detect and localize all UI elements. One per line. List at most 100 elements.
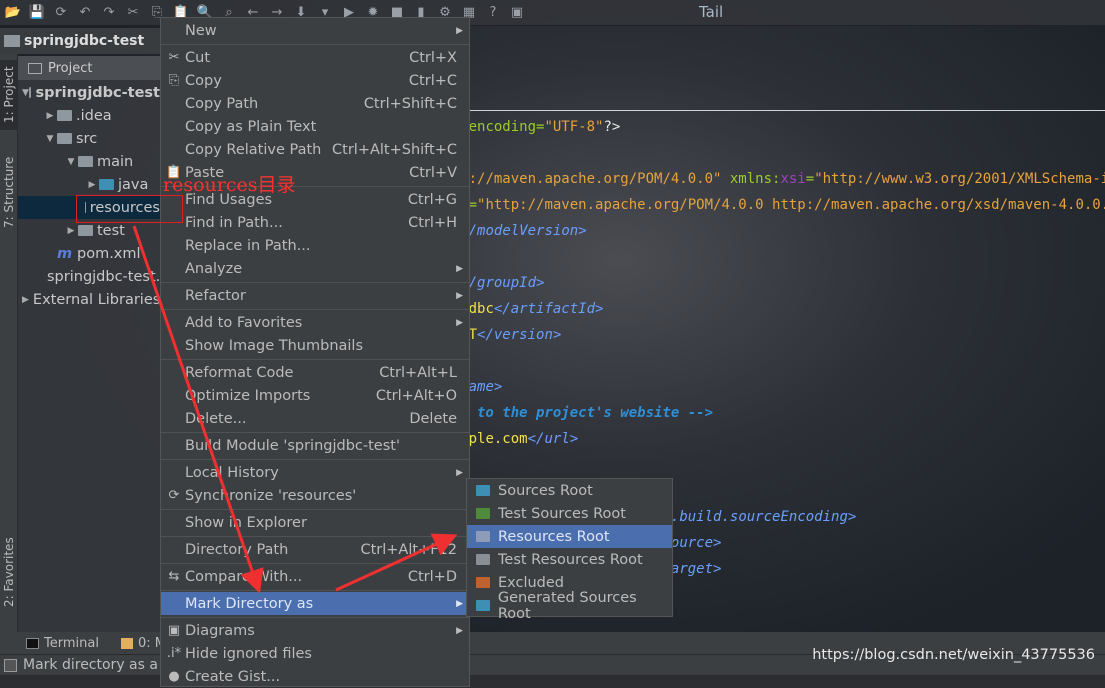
menu-item-copy-as-plain-text[interactable]: Copy as Plain Text [161, 115, 469, 138]
android-icon[interactable]: ▣ [508, 4, 526, 22]
tab-structure[interactable]: 7: Structure [0, 152, 18, 232]
code-token: </url> [528, 431, 579, 447]
submenu-item-sources-root[interactable]: Sources Root [467, 479, 672, 502]
project-view-icon [28, 63, 42, 74]
menu-item-cut[interactable]: ✂CutCtrl+X [161, 46, 469, 69]
code-token: = [806, 171, 814, 187]
menu-separator [161, 44, 469, 45]
menu-item-shortcut: Ctrl+D [408, 569, 457, 585]
submenu-item-test-resources-root[interactable]: Test Resources Root [467, 548, 672, 571]
tree-item-java[interactable]: ▶ java [18, 173, 160, 196]
tree-item-label: .idea [76, 108, 112, 124]
tree-item-src[interactable]: ▼src [18, 127, 160, 150]
menu-item-optimize-imports[interactable]: Optimize ImportsCtrl+Alt+O [161, 384, 469, 407]
expand-arrow-icon[interactable]: ▶ [22, 295, 29, 305]
synchronize-resources-icon: ⟳ [165, 488, 183, 503]
menu-item-hide-ignored-files[interactable]: .i*Hide ignored files [161, 642, 469, 665]
tab-terminal[interactable]: Terminal [26, 636, 99, 651]
project-panel-title[interactable]: Project [48, 61, 92, 76]
menu-item-label: Mark Directory as [185, 596, 313, 612]
menu-item-directory-path[interactable]: Directory PathCtrl+Alt+F12 [161, 538, 469, 561]
menu-item-label: New [185, 23, 217, 39]
submenu-arrow-icon: ▶ [456, 626, 463, 636]
tree-item-external-libraries[interactable]: ▶ External Libraries [18, 288, 160, 311]
menu-item-label: Show in Explorer [185, 515, 307, 531]
tree-item-pom-xml[interactable]: mpom.xml [18, 242, 160, 265]
menu-item-label: Add to Favorites [185, 315, 302, 331]
hide-ignored-files-icon: .i* [165, 646, 183, 661]
save-icon[interactable]: 💾 [28, 4, 46, 22]
submenu-item-generated-sources-root[interactable]: Generated Sources Root [467, 594, 672, 617]
menu-item-replace-in-path[interactable]: Replace in Path... [161, 234, 469, 257]
expand-arrow-icon[interactable]: ▼ [22, 88, 29, 98]
breadcrumb-project[interactable]: springjdbc-test [24, 33, 144, 49]
expand-arrow-icon[interactable]: ▶ [43, 111, 57, 121]
tree-item-springjdbc-test-iml[interactable]: springjdbc-test.iml [18, 265, 160, 288]
tree-item-label: main [97, 154, 133, 170]
menu-item-reformat-code[interactable]: Reformat CodeCtrl+Alt+L [161, 361, 469, 384]
menu-item-delete[interactable]: Delete...Delete [161, 407, 469, 430]
cut-icon[interactable]: ✂ [124, 4, 142, 22]
code-token: </artifactId> [494, 301, 604, 317]
submenu-arrow-icon: ▶ [456, 26, 463, 36]
undo-icon[interactable]: ↶ [76, 4, 94, 22]
menu-separator [161, 459, 469, 460]
annotation-highlight-box [76, 195, 183, 223]
menu-item-analyze[interactable]: Analyze▶ [161, 257, 469, 280]
tree-item--idea[interactable]: ▶ .idea [18, 104, 160, 127]
expand-arrow-icon[interactable]: ▼ [64, 157, 78, 167]
expand-arrow-icon[interactable]: ▶ [85, 180, 99, 190]
menu-item-label: Refactor [185, 288, 246, 304]
resources-root-folder-icon [476, 531, 490, 542]
code-token: ?> [603, 119, 620, 135]
status-icon [4, 659, 17, 672]
tree-item-label: springjdbc-test.iml [47, 269, 160, 285]
submenu-item-label: Sources Root [498, 483, 593, 499]
menu-item-copy-relative-path[interactable]: Copy Relative PathCtrl+Alt+Shift+C [161, 138, 469, 161]
tree-item-main[interactable]: ▼ main [18, 150, 160, 173]
submenu-item-label: Excluded [498, 575, 564, 591]
submenu-item-test-sources-root[interactable]: Test Sources Root [467, 502, 672, 525]
menu-item-label: Copy Relative Path [185, 142, 321, 158]
submenu-item-resources-root[interactable]: Resources Root [467, 525, 672, 548]
redo-icon[interactable]: ↷ [100, 4, 118, 22]
menu-item-mark-directory-as[interactable]: Mark Directory as ▶ [161, 592, 469, 615]
help-icon[interactable]: ? [484, 4, 502, 22]
menu-item-label: Directory Path [185, 542, 288, 558]
menu-item-show-image-thumbnails[interactable]: Show Image Thumbnails [161, 334, 469, 357]
menu-separator [161, 617, 469, 618]
tab-project[interactable]: 1: Project [0, 60, 18, 130]
open-icon[interactable]: 📂 [4, 4, 22, 22]
watermark: https://blog.csdn.net/weixin_43775536 [812, 647, 1095, 663]
menu-item-label: Analyze [185, 261, 242, 277]
tree-item-label: External Libraries [33, 292, 160, 308]
menu-separator [161, 590, 469, 591]
tree-item-springjdbc-test[interactable]: ▼springjdbc-test [18, 81, 160, 104]
expand-arrow-icon[interactable]: ▶ [64, 226, 78, 236]
menu-item-build-module-springjdbc-test[interactable]: Build Module 'springjdbc-test' [161, 434, 469, 457]
menu-item-synchronize-resources[interactable]: ⟳Synchronize 'resources' [161, 484, 469, 507]
sync-icon[interactable]: ⟳ [52, 4, 70, 22]
menu-item-add-to-favorites[interactable]: Add to Favorites▶ [161, 311, 469, 334]
menu-item-shortcut: Ctrl+Shift+C [364, 96, 457, 112]
menu-item-find-in-path[interactable]: Find in Path...Ctrl+H [161, 211, 469, 234]
folder-icon [57, 110, 72, 121]
menu-item-show-in-explorer[interactable]: Show in Explorer [161, 511, 469, 534]
menu-item-diagrams[interactable]: ▣Diagrams▶ [161, 619, 469, 642]
folder-icon [78, 156, 93, 167]
tree-item-label: java [118, 177, 148, 193]
menu-item-local-history[interactable]: Local History▶ [161, 461, 469, 484]
code-token: xsi [780, 171, 805, 187]
expand-arrow-icon[interactable]: ▼ [43, 134, 57, 144]
menu-item-compare-with[interactable]: ⇆Compare With...Ctrl+D [161, 565, 469, 588]
tail-button[interactable]: Tail [699, 3, 723, 21]
menu-item-copy-path[interactable]: Copy PathCtrl+Shift+C [161, 92, 469, 115]
project-tree: ▼springjdbc-test▶.idea▼src▼main▶javareso… [18, 80, 160, 632]
menu-item-create-gist[interactable]: ●Create Gist... [161, 665, 469, 688]
submenu-arrow-icon: ▶ [456, 599, 463, 609]
menu-item-copy[interactable]: ⎘CopyCtrl+C [161, 69, 469, 92]
tab-favorites[interactable]: 2: Favorites [0, 532, 18, 612]
code-token: "UTF-8" [544, 119, 603, 135]
menu-item-new[interactable]: New ▶ [161, 19, 469, 42]
menu-item-refactor[interactable]: Refactor▶ [161, 284, 469, 307]
